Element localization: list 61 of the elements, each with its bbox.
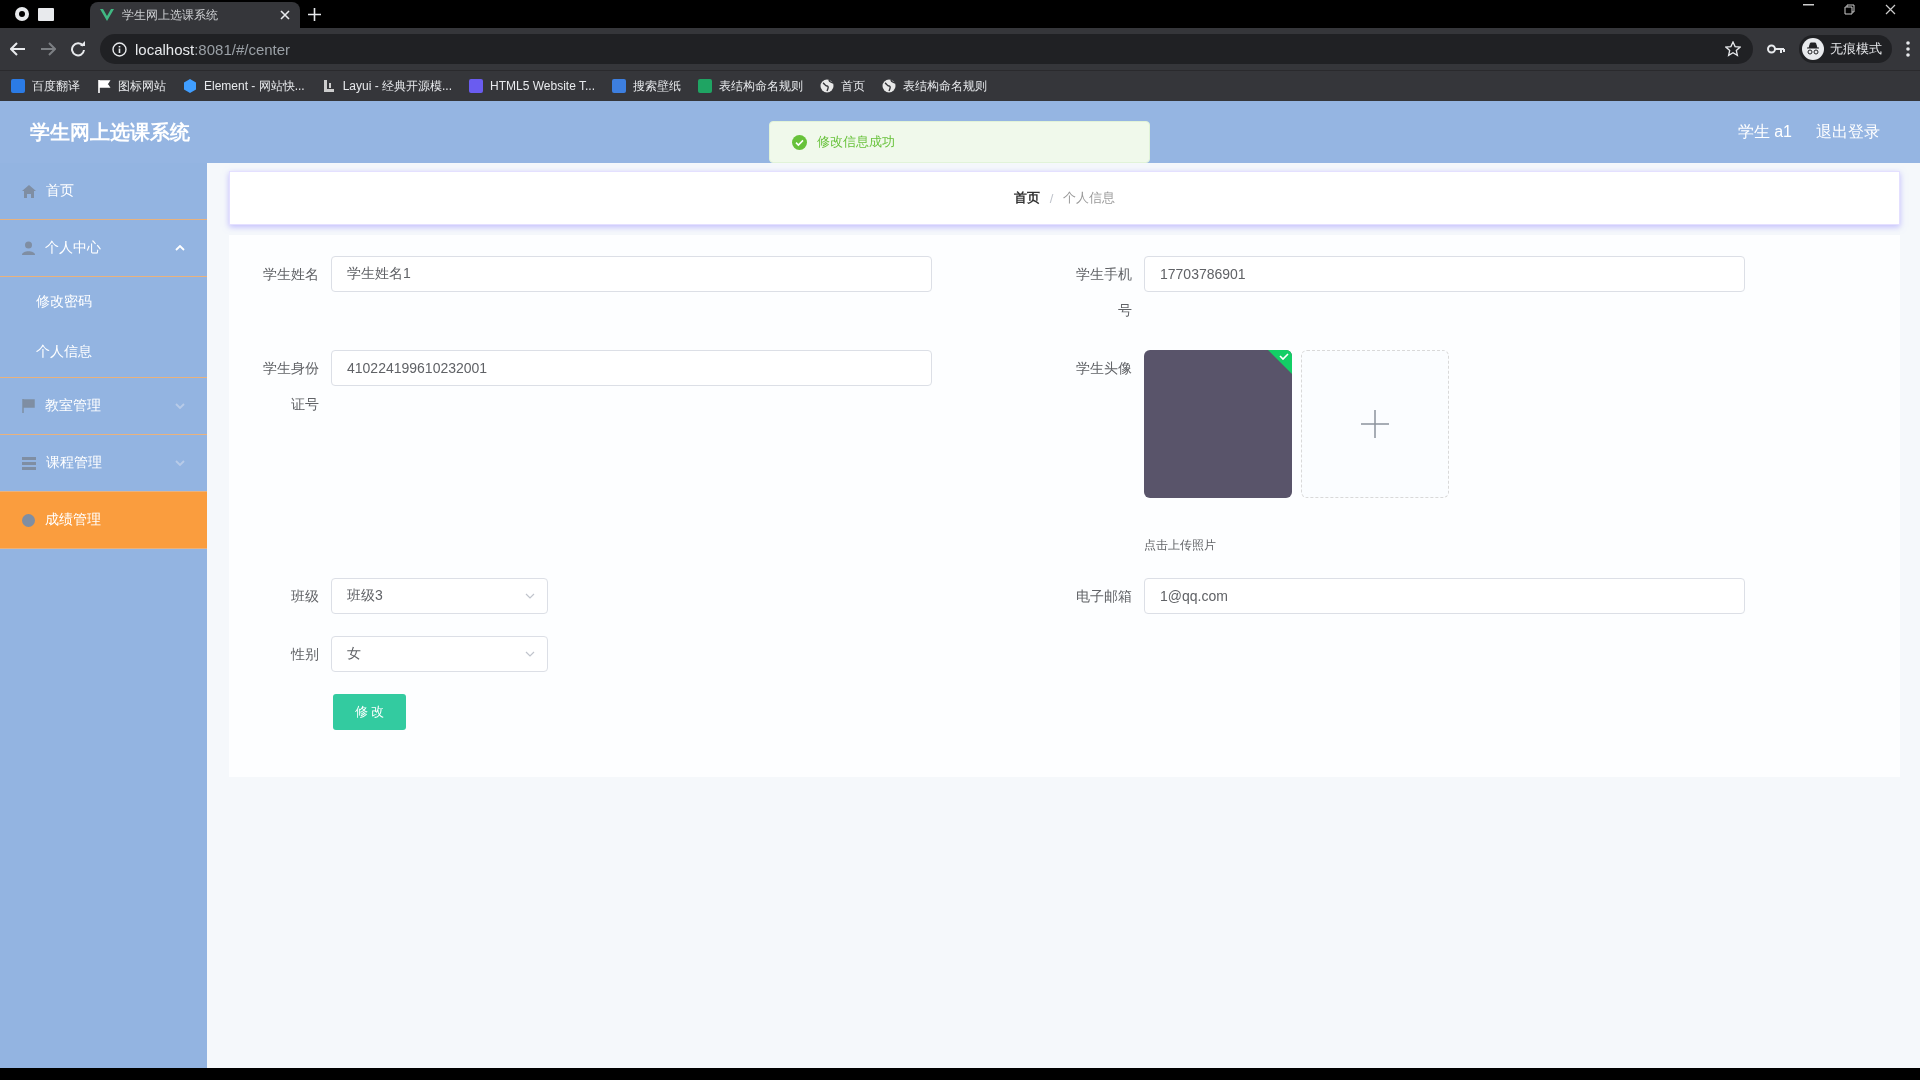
browser-icon[interactable] — [14, 6, 30, 22]
field-label: 学生身份证号 — [263, 359, 320, 414]
text-field[interactable]: 学生姓名1 — [331, 256, 932, 292]
select-field[interactable]: 女 — [331, 636, 548, 672]
bookmark[interactable]: 表结构命名规则 — [881, 77, 987, 95]
select-field[interactable]: 班级3 — [331, 578, 548, 614]
text-field[interactable]: 17703786901 — [1144, 256, 1745, 292]
field-label: 性别 — [289, 645, 320, 664]
app-title: 学生网上选课系统 — [30, 119, 190, 145]
forward-icon[interactable] — [40, 42, 56, 56]
reload-icon[interactable] — [70, 41, 86, 57]
v-logo-icon — [100, 9, 114, 21]
menu-label: 成绩管理 — [45, 511, 102, 529]
breadcrumb-item[interactable]: 首页 — [1013, 189, 1040, 207]
bookmark[interactable]: 表结构命名规则 — [697, 77, 803, 95]
menu-label: 首页 — [46, 182, 75, 200]
field-label: 学生手机号 — [1076, 265, 1133, 320]
chevron-down-icon — [525, 593, 535, 599]
new-tab-icon[interactable] — [308, 8, 321, 21]
star-icon[interactable] — [1725, 41, 1741, 57]
flag-icon — [22, 399, 35, 413]
menu-label: 教室管理 — [45, 397, 102, 415]
bookmark[interactable]: 搜索壁纸 — [611, 77, 681, 95]
info-icon[interactable] — [112, 41, 127, 57]
toast-message: 修改信息成功 — [817, 133, 895, 151]
home-icon — [22, 184, 36, 198]
chevron-down-icon — [525, 651, 535, 657]
bookmark[interactable]: 百度翻译 — [10, 77, 80, 95]
check-circle-icon — [792, 134, 807, 150]
bookmark[interactable]: 首页 — [819, 77, 865, 95]
field-label: 电子邮箱 — [1076, 587, 1133, 606]
back-icon[interactable] — [10, 42, 26, 56]
incognito-badge[interactable]: 无痕模式 — [1799, 35, 1892, 63]
breadcrumb-item: 个人信息 — [1063, 189, 1116, 207]
bookmark[interactable]: HTML5 Website T... — [468, 78, 595, 94]
user-icon — [22, 241, 35, 255]
bookmark[interactable]: Element - 网站快... — [182, 77, 305, 95]
bookmark[interactable]: Layui - 经典开源模... — [320, 77, 453, 95]
field-label: 学生头像 — [1076, 359, 1133, 378]
restore-icon[interactable] — [1844, 4, 1855, 15]
incognito-icon — [1802, 38, 1824, 60]
minimize-icon[interactable] — [1803, 4, 1814, 6]
close-icon[interactable] — [280, 10, 290, 20]
menu-label: 课程管理 — [46, 454, 103, 472]
field-label: 学生姓名 — [263, 265, 320, 284]
text-field[interactable]: 410224199610232001 — [331, 350, 932, 386]
text-field[interactable]: 1@qq.com — [1144, 578, 1745, 614]
stack-icon — [22, 456, 36, 470]
bookmark[interactable]: 图标网站 — [96, 77, 166, 95]
menu-icon[interactable] — [1906, 41, 1910, 57]
plus-icon — [1361, 410, 1389, 438]
menu-label: 个人中心 — [45, 239, 102, 257]
address-bar[interactable]: localhost:8081/#/center — [100, 34, 1753, 64]
user-name: 学生 a1 — [1737, 121, 1792, 142]
browser-tab[interactable]: 学生网上选课系统 — [90, 2, 300, 28]
breadcrumb-separator: / — [1049, 190, 1054, 206]
close-icon[interactable] — [1885, 4, 1896, 15]
key-icon[interactable] — [1767, 44, 1785, 54]
field-label: 班级 — [290, 587, 320, 606]
upload-hint: 点击上传照片 — [1144, 537, 1217, 554]
dot-icon — [22, 513, 35, 527]
